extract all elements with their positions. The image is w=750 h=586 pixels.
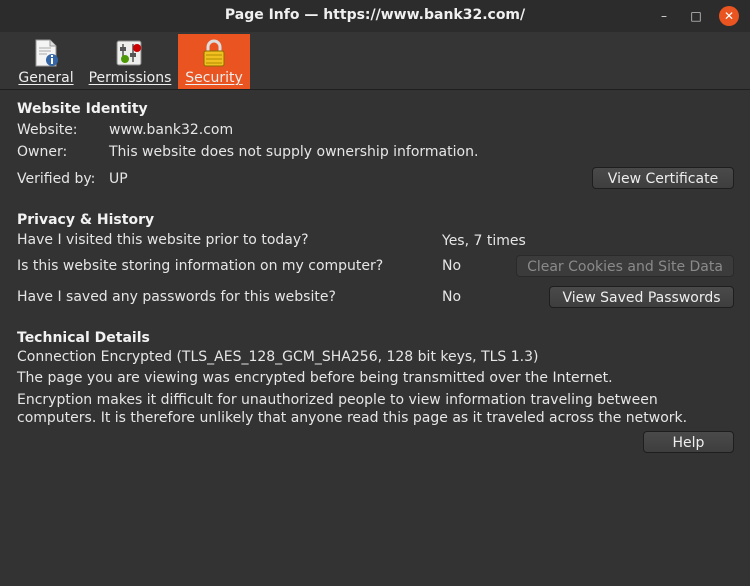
title-bar[interactable]: Page Info — https://www.bank32.com/ – □ …	[0, 0, 750, 32]
tab-security[interactable]: Security	[178, 34, 250, 89]
page-info-window: Page Info — https://www.bank32.com/ – □ …	[0, 0, 750, 586]
privacy-history-heading: Privacy & History	[17, 212, 155, 228]
clear-cookies-button[interactable]: Clear Cookies and Site Data	[516, 255, 734, 277]
passwords-question: Have I saved any passwords for this webs…	[17, 289, 336, 305]
website-label: Website:	[17, 122, 78, 138]
storing-question: Is this website storing information on m…	[17, 258, 384, 274]
passwords-answer: No	[442, 289, 462, 305]
tab-general[interactable]: General	[14, 34, 78, 89]
padlock-icon	[203, 39, 225, 67]
storing-answer: No	[442, 258, 462, 274]
view-certificate-button[interactable]: View Certificate	[592, 167, 734, 189]
encryption-explanation-text: Encryption makes it difficult for unauth…	[17, 392, 688, 426]
website-identity-heading: Website Identity	[17, 101, 148, 117]
tab-permissions-label: Permissions	[88, 70, 172, 86]
security-panel: Website Identity Website: www.bank32.com…	[0, 90, 750, 586]
technical-details-heading: Technical Details	[17, 330, 150, 346]
tab-permissions[interactable]: Permissions	[88, 34, 172, 89]
connection-encrypted-text: Connection Encrypted (TLS_AES_128_GCM_SH…	[17, 349, 539, 365]
permissions-icon	[116, 40, 142, 66]
visited-question: Have I visited this website prior to tod…	[17, 232, 309, 248]
window-title: Page Info — https://www.bank32.com/	[224, 7, 526, 23]
verified-by-label: Verified by:	[17, 171, 96, 187]
maximize-icon[interactable]: □	[686, 6, 706, 26]
view-saved-passwords-button[interactable]: View Saved Passwords	[549, 286, 734, 308]
visited-answer: Yes, 7 times	[442, 233, 526, 249]
verified-by-value: UP	[109, 171, 128, 187]
minimize-icon[interactable]: –	[654, 6, 674, 26]
owner-value: This website does not supply ownership i…	[109, 144, 479, 160]
encrypted-transmission-text: The page you are viewing was encrypted b…	[17, 370, 613, 386]
website-value: www.bank32.com	[109, 122, 234, 138]
tab-security-label: Security	[185, 70, 243, 86]
close-icon[interactable]: ✕	[719, 6, 739, 26]
tab-general-label: General	[18, 70, 74, 86]
tab-toolbar: General Permissions Security	[0, 32, 750, 90]
help-button[interactable]: Help	[643, 431, 734, 453]
document-info-icon	[35, 39, 58, 67]
owner-label: Owner:	[17, 144, 68, 160]
